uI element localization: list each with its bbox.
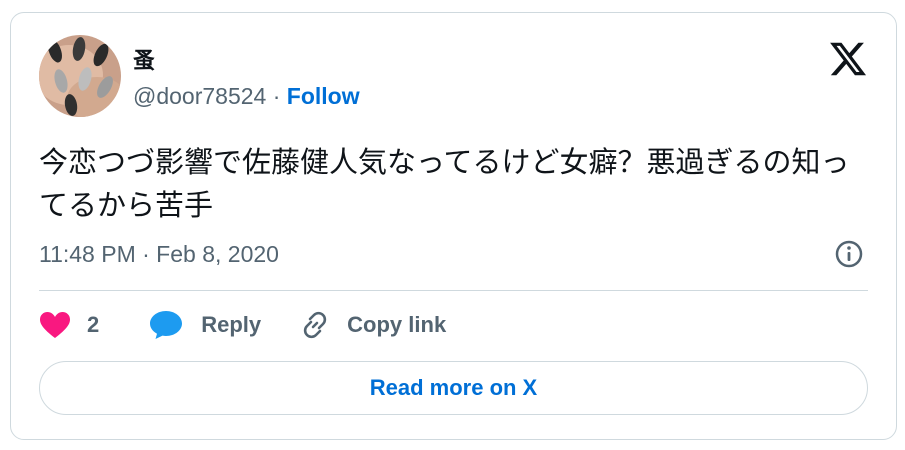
tweet-embed-card: 蚤 @door78524 · Follow 今恋つづ影響で佐藤健人気なってるけど… [10, 12, 897, 440]
user-handle[interactable]: @door78524 [133, 83, 266, 109]
copy-link-label: Copy link [347, 312, 447, 337]
like-count: 2 [87, 312, 100, 337]
follow-button[interactable]: Follow [287, 83, 360, 109]
like-button[interactable]: 2 [39, 311, 99, 339]
avatar[interactable] [39, 35, 121, 117]
divider [39, 290, 868, 291]
tweet-text: 今恋つづ影響で佐藤健人気なってるけど女癖？悪過ぎるの知ってるから苦手 [39, 145, 850, 222]
display-name[interactable]: 蚤 [133, 43, 155, 75]
info-icon[interactable] [834, 239, 864, 269]
separator-dot: · [266, 83, 287, 109]
action-bar: 2 Reply Copy link [39, 307, 446, 343]
handle-row: @door78524 · Follow [133, 83, 360, 110]
reply-button[interactable]: Reply [149, 310, 261, 340]
reply-bubble-icon [149, 310, 183, 340]
reply-label: Reply [201, 312, 262, 337]
link-icon [299, 309, 331, 341]
read-more-button[interactable]: Read more on X [39, 361, 868, 415]
copy-link-button[interactable]: Copy link [299, 309, 446, 341]
x-logo-icon[interactable] [828, 39, 868, 79]
heart-icon [39, 311, 71, 339]
tweet-timestamp[interactable]: 11:48 PM · Feb 8, 2020 [39, 241, 279, 268]
